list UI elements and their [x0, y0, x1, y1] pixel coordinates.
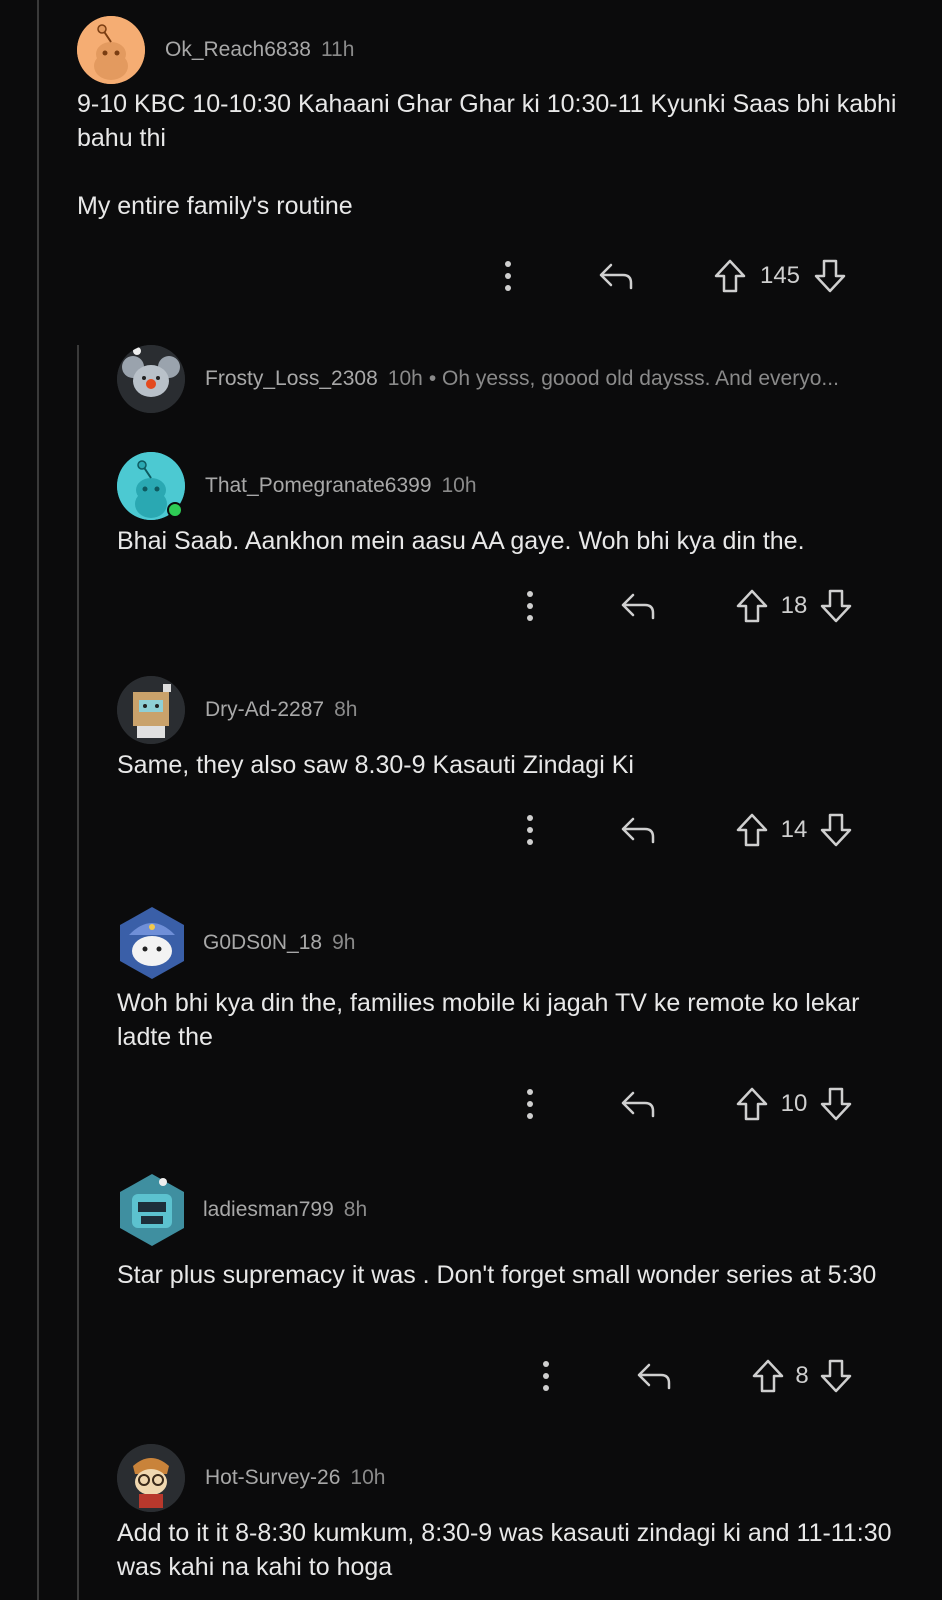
downvote-icon[interactable] [816, 588, 856, 624]
collapsed-preview: • Oh yesss, goood old daysss. And everyo… [428, 367, 839, 390]
more-options-icon[interactable] [512, 1088, 548, 1120]
comment-body: Add to it it 8-8:30 kumkum, 8:30-9 was k… [117, 1516, 907, 1584]
snoo-glasses-avatar-icon[interactable] [117, 1444, 185, 1512]
thread-line-root[interactable] [37, 0, 39, 1600]
comment-text: Add to it it 8-8:30 kumkum, 8:30-9 was k… [117, 1519, 892, 1581]
username[interactable]: Frosty_Loss_2308 [205, 367, 378, 391]
comment-header: ladiesman799 8h [117, 1172, 367, 1248]
username[interactable]: G0DS0N_18 [203, 931, 322, 955]
comment-header: Frosty_Loss_2308 10h • Oh yesss, goood o… [117, 345, 907, 413]
timestamp: 11h [320, 38, 355, 61]
score: 8 [795, 1362, 809, 1389]
snoo-turban-avatar-icon[interactable] [117, 905, 187, 981]
more-options-icon[interactable] [528, 1360, 564, 1392]
timestamp: 9h [332, 931, 356, 954]
snoo-orange-avatar-icon[interactable] [77, 16, 145, 84]
reply-icon[interactable] [616, 1089, 660, 1119]
comment-text: Woh bhi kya din the, families mobile ki … [117, 989, 860, 1051]
timestamp: 10h [387, 367, 423, 390]
upvote-icon[interactable] [732, 1086, 772, 1122]
comment-body: Woh bhi kya din the, families mobile ki … [117, 986, 907, 1054]
upvote-icon[interactable] [748, 1358, 788, 1394]
downvote-icon[interactable] [810, 258, 850, 294]
comment-text: Star plus supremacy it was . Don't forge… [117, 1261, 877, 1289]
thread-line-replies[interactable] [77, 345, 79, 1600]
timestamp: 10h [441, 474, 477, 497]
avatar-wrapper [117, 452, 185, 520]
more-options-icon[interactable] [512, 814, 548, 846]
comment-text: Same, they also saw 8.30-9 Kasauti Zinda… [117, 751, 634, 779]
downvote-icon[interactable] [816, 1358, 856, 1394]
comment-actions: 10 [512, 1082, 856, 1126]
username[interactable]: That_Pomegranate6399 [205, 474, 432, 498]
score: 10 [780, 1090, 808, 1117]
timestamp: 8h [343, 1198, 368, 1221]
upvote-icon[interactable] [710, 258, 750, 294]
snoo-robot-avatar-icon[interactable] [117, 1172, 187, 1248]
score: 14 [780, 816, 808, 843]
comment-actions: 145 [490, 254, 850, 298]
comment-body: Bhai Saab. Aankhon mein aasu AA gaye. Wo… [117, 524, 907, 558]
comment-actions: 18 [512, 584, 856, 628]
comment-header: Dry-Ad-2287 8h [117, 676, 357, 744]
reply-icon[interactable] [616, 591, 660, 621]
reply-icon[interactable] [616, 815, 660, 845]
downvote-icon[interactable] [816, 812, 856, 848]
comment-actions: 8 [528, 1354, 856, 1398]
username[interactable]: Ok_Reach6838 [165, 38, 311, 62]
comment-header: Hot-Survey-26 10h [117, 1444, 385, 1512]
upvote-icon[interactable] [732, 588, 772, 624]
comment-body: Same, they also saw 8.30-9 Kasauti Zinda… [117, 748, 907, 782]
score: 145 [759, 262, 801, 289]
downvote-icon[interactable] [816, 1086, 856, 1122]
comment-header: G0DS0N_18 9h [117, 905, 355, 981]
username[interactable]: ladiesman799 [203, 1198, 334, 1222]
more-options-icon[interactable] [490, 260, 526, 292]
timestamp: 8h [334, 698, 358, 721]
more-options-icon[interactable] [512, 590, 548, 622]
comment-body: Star plus supremacy it was . Don't forge… [117, 1258, 907, 1292]
upvote-icon[interactable] [732, 812, 772, 848]
score: 18 [780, 592, 808, 619]
reply-icon[interactable] [594, 261, 638, 291]
comment-actions: 14 [512, 808, 856, 852]
comment-header: That_Pomegranate6399 10h [117, 452, 477, 520]
comment-text: 9-10 KBC 10-10:30 Kahaani Ghar Ghar ki 1… [77, 90, 897, 220]
comment-header: Ok_Reach6838 11h [77, 16, 354, 84]
snoo-box-avatar-icon[interactable] [117, 676, 185, 744]
reply-icon[interactable] [632, 1361, 676, 1391]
comment-body: 9-10 KBC 10-10:30 Kahaani Ghar Ghar ki 1… [77, 87, 897, 223]
comment-text: Bhai Saab. Aankhon mein aasu AA gaye. Wo… [117, 527, 805, 555]
username[interactable]: Dry-Ad-2287 [205, 698, 324, 722]
username[interactable]: Hot-Survey-26 [205, 1466, 340, 1490]
timestamp: 10h [350, 1466, 386, 1489]
online-status-icon [167, 502, 183, 518]
snoo-koala-avatar-icon[interactable] [117, 345, 185, 413]
